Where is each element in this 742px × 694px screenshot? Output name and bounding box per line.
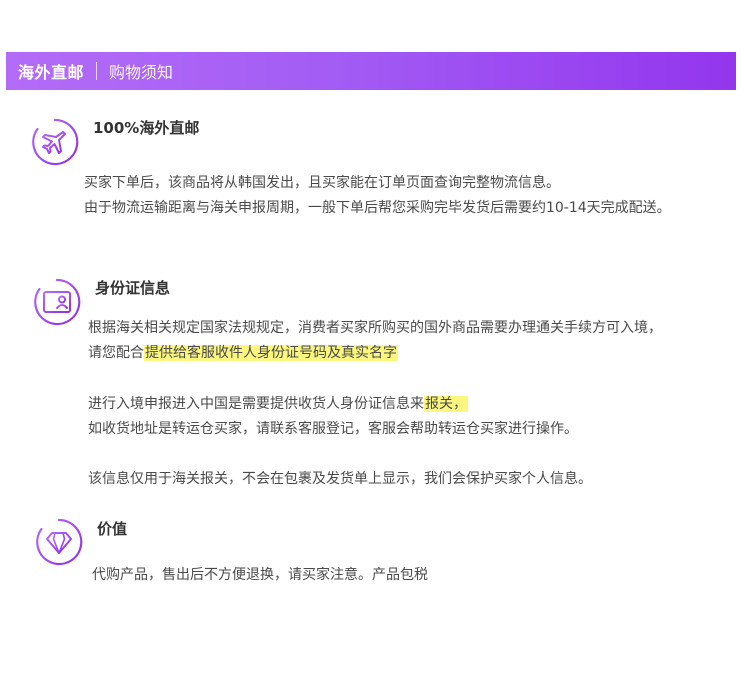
id-card-icon bbox=[34, 278, 81, 326]
diamond-icon bbox=[36, 518, 83, 566]
id-highlight-customs: 报关， bbox=[424, 396, 468, 412]
id-para1-line2-prefix: 请您配合 bbox=[88, 345, 144, 361]
overseas-line-1: 买家下单后，该商品将从韩国发出，且买家能在订单页面查询完整物流信息。 bbox=[84, 175, 560, 191]
value-line: 代购产品，售出后不方便退换，请买家注意。产品包税 bbox=[92, 567, 428, 583]
section-title-value: 价值 bbox=[97, 520, 128, 538]
header-bar: 海外直邮 购物须知 bbox=[6, 52, 736, 90]
overseas-line-2: 由于物流运输距离与海关申报周期，一般下单后帮您采购完毕发货后需要约10-14天完… bbox=[84, 200, 671, 216]
section-title-overseas: 100%海外直邮 bbox=[93, 119, 200, 137]
id-para3-line1: 该信息仅用于海关报关，不会在包裹及发货单上显示，我们会保护买家个人信息。 bbox=[88, 471, 592, 487]
header-title: 海外直邮 bbox=[18, 63, 85, 82]
id-para2-line2: 如收货地址是转运仓买家，请联系客服登记，客服会帮助转运仓买家进行操作。 bbox=[88, 421, 578, 437]
id-para1-line2: 请您配合提供给客服收件人身份证号码及真实名字 bbox=[88, 341, 398, 366]
id-para2-line1: 进行入境申报进入中国是需要提供收货人身份证信息来报关， bbox=[88, 392, 468, 417]
header-divider bbox=[96, 62, 98, 80]
id-para1-line1: 根据海关相关规定国家法规规定，消费者买家所购买的国外商品需要办理通关手续方可入境… bbox=[88, 320, 662, 336]
id-highlight-provide-id: 提供给客服收件人身份证号码及真实名字 bbox=[144, 345, 398, 361]
section-title-id: 身份证信息 bbox=[95, 279, 171, 297]
airplane-icon bbox=[32, 118, 79, 166]
header-subtitle: 购物须知 bbox=[109, 63, 174, 82]
id-para2-line1-prefix: 进行入境申报进入中国是需要提供收货人身份证信息来 bbox=[88, 396, 424, 412]
